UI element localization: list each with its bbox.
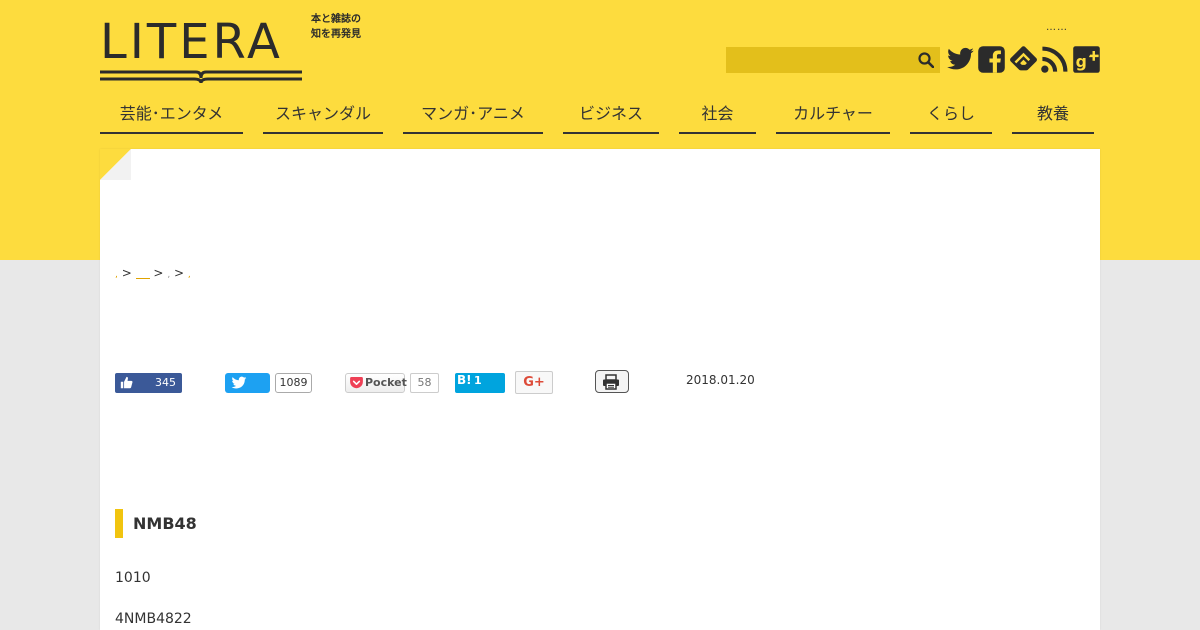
feedly-icon[interactable]	[1009, 45, 1038, 74]
rss-icon[interactable]	[1040, 45, 1069, 74]
nav-item-business[interactable]: ビジネス	[563, 98, 659, 134]
article-date: 2018.01.20	[686, 373, 755, 387]
like-count: 345	[155, 376, 176, 389]
twitter-bird-icon	[231, 376, 247, 389]
page-fold-corner	[100, 149, 131, 180]
breadcrumb-separator: >	[121, 266, 132, 280]
nav-item-education[interactable]: 教養	[1012, 98, 1094, 134]
tweet-count: 1089	[275, 373, 312, 393]
nav-item-lifestyle[interactable]: くらし	[910, 98, 992, 134]
tagline-line-2: 知を再発見	[311, 29, 361, 40]
facebook-icon[interactable]	[977, 45, 1006, 74]
print-button[interactable]	[595, 370, 629, 393]
tagline: 本と雑誌の 知を再発見	[311, 12, 381, 42]
hatena-icon: B!	[457, 373, 472, 387]
site-logo[interactable]: LITERA 本と雑誌の 知を再発見	[100, 12, 375, 87]
top-dots: ……	[1046, 22, 1068, 33]
nav-item-entertainment[interactable]: 芸能･エンタメ	[100, 98, 243, 134]
search-input[interactable]	[726, 47, 940, 73]
nav-item-culture[interactable]: カルチャー	[776, 98, 890, 134]
book-icon	[100, 70, 302, 84]
twitter-icon[interactable]	[946, 45, 975, 74]
pocket-label: Pocket	[365, 376, 407, 389]
breadcrumb-category[interactable]	[135, 269, 150, 279]
google-plus-icon[interactable]: g	[1072, 45, 1101, 74]
breadcrumb: , > > , > ,	[115, 266, 191, 280]
printer-icon	[603, 374, 619, 390]
breadcrumb-subcategory[interactable]: ,	[167, 270, 170, 280]
logo-wordmark: LITERA	[100, 14, 283, 70]
nav-item-manga-anime[interactable]: マンガ･アニメ	[403, 98, 543, 134]
breadcrumb-separator: >	[174, 266, 185, 280]
nav-item-scandal[interactable]: スキャンダル	[263, 98, 383, 134]
article-paragraph: 4NMB4822	[115, 611, 192, 627]
nav-item-society[interactable]: 社会	[679, 98, 756, 134]
article-paragraph: 1010	[115, 570, 151, 586]
breadcrumb-article[interactable]: ,	[188, 270, 191, 280]
tweet-button[interactable]	[225, 373, 270, 393]
pocket-button[interactable]: Pocket	[345, 373, 407, 393]
pocket-icon	[350, 377, 363, 389]
search-icon[interactable]	[918, 52, 934, 68]
breadcrumb-home[interactable]: ,	[115, 270, 118, 280]
svg-text:g: g	[1076, 52, 1087, 71]
thumbs-up-icon	[120, 376, 133, 389]
hatena-bookmark-button[interactable]: B! 1	[455, 373, 505, 393]
hatena-count: 1	[474, 374, 482, 387]
section-heading-bar	[115, 509, 123, 538]
tagline-line-1: 本と雑誌の	[311, 14, 361, 25]
pocket-count: 58	[410, 373, 439, 393]
google-plus-share-button[interactable]: G+	[515, 371, 553, 394]
facebook-like-button[interactable]: 345	[115, 373, 182, 393]
section-heading: NMB48	[133, 514, 197, 533]
breadcrumb-separator: >	[153, 266, 164, 280]
